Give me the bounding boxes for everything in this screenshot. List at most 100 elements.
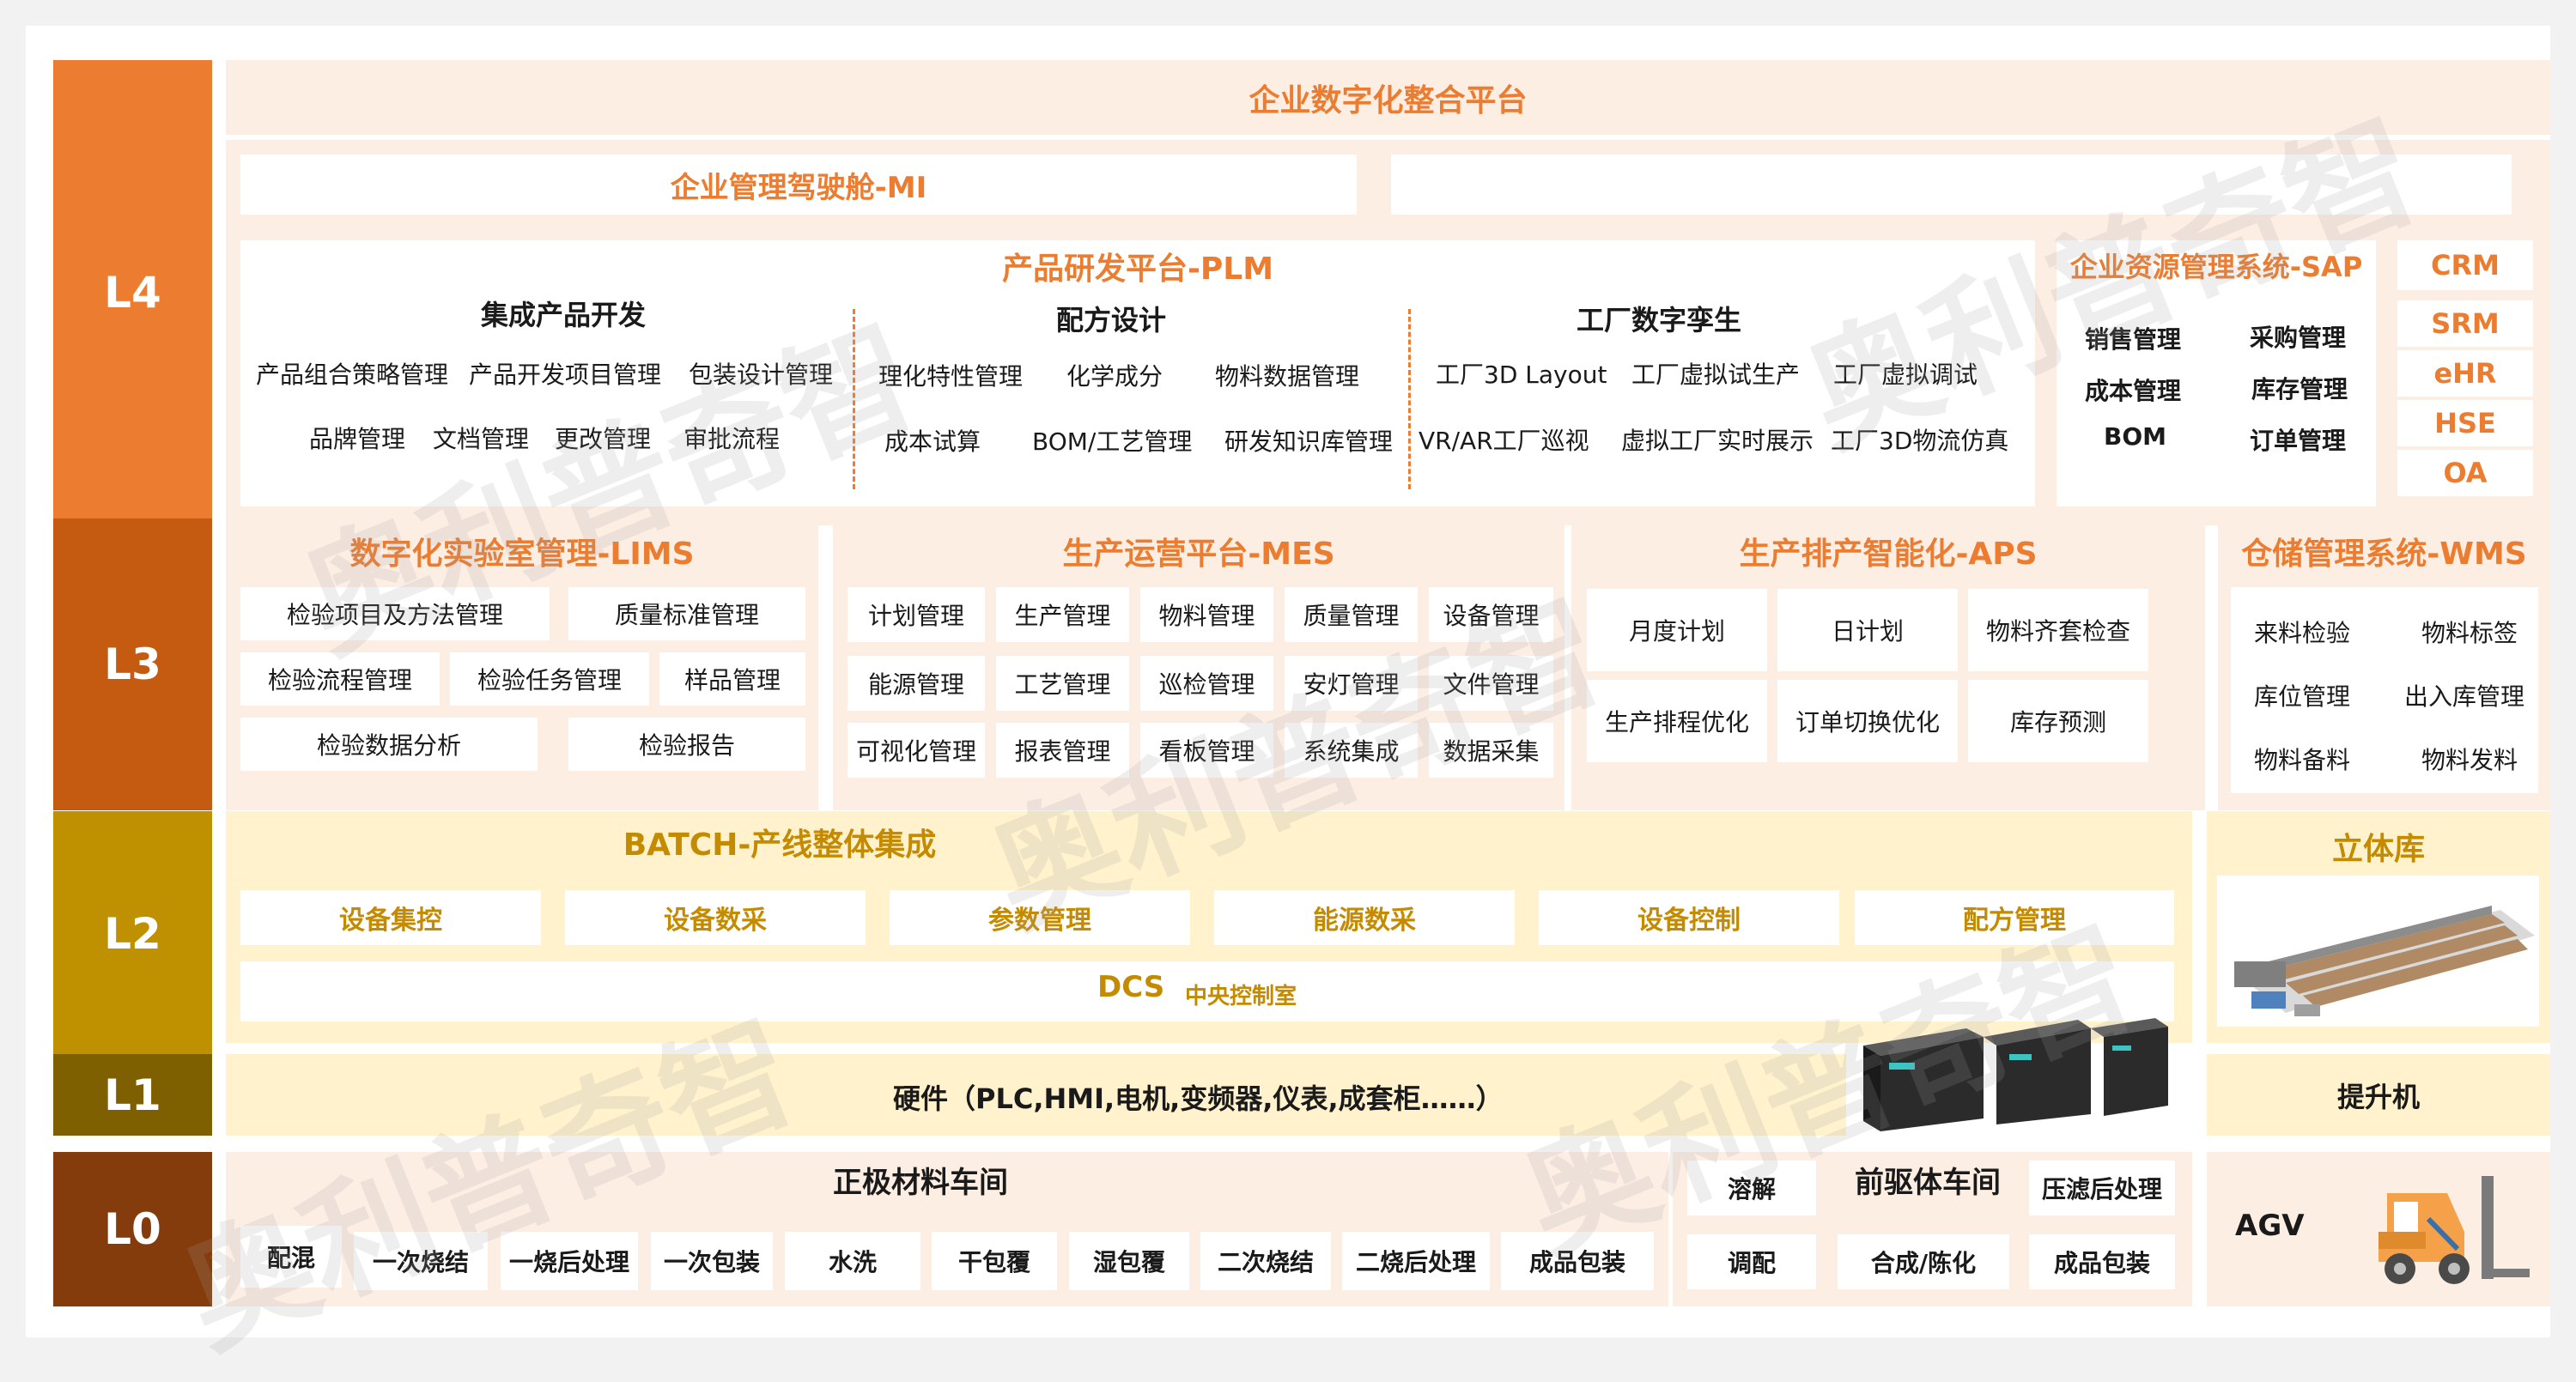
wms-item: 出入库管理 [2404,682,2525,711]
aps-item-text: 物料齐套检查 [1985,617,2130,646]
l2-item-equipment-control: 设备集控 [240,890,541,945]
mes-item-text: 工艺管理 [1014,670,1111,699]
sap-title: 企业资源管理系统-SAP [2069,251,2363,283]
l2-item-device-control: 设备控制 [1539,890,1839,945]
lims-item-text: 检验项目及方法管理 [286,601,503,629]
level-l2-label: L2 [53,811,212,1056]
plc-rack-icon [1855,1011,2181,1136]
hoist-box: 提升机 [2207,1054,2550,1136]
aps-title: 生产排产智能化-APS [1739,536,2038,572]
enterprise-platform-banner: 企业数字化整合平台 [226,60,2550,135]
mes-item-text: 能源管理 [867,670,964,699]
mes-item-text: 可视化管理 [855,737,976,766]
plm-divider-2 [1408,309,1411,489]
aps-item: 订单切换优化 [1777,680,1958,762]
side-system-oa: OA [2397,450,2533,496]
aps-item-text: 订单切换优化 [1795,708,1940,736]
ipd-item: 审批流程 [683,425,781,453]
lims-item-text: 质量标准管理 [614,601,759,629]
wms-item: 库位管理 [2254,682,2351,711]
lims-item-text: 检验流程管理 [267,666,412,694]
ipd-item: 品牌管理 [309,425,406,453]
cathode-process-text: 干包覆 [957,1248,1030,1276]
batch-title: BATCH-产线整体集成 [623,827,937,863]
mi-empty-box [1391,155,2512,215]
side-system-srm: SRM [2397,300,2533,347]
mes-item: 能源管理 [848,656,985,711]
cathode-process-item: 一烧后处理 [501,1232,638,1290]
lims-item: 检验流程管理 [240,652,440,706]
lims-item: 检验项目及方法管理 [240,587,550,640]
twin-item: 工厂虚拟调试 [1833,361,1978,389]
level-l3-label: L3 [53,518,212,810]
mes-item: 物料管理 [1140,587,1273,642]
mes-item-text: 生产管理 [1014,602,1111,630]
wms-title: 仓储管理系统-WMS [2241,536,2527,572]
digital-twin-title: 工厂数字孪生 [1577,304,1742,336]
twin-item: 虚拟工厂实时展示 [1621,427,1814,455]
level-l1-label: L1 [53,1054,212,1136]
cathode-process-text: 配混 [266,1244,315,1272]
precursor-item-text: 溶解 [1727,1175,1776,1203]
mes-item-text: 看板管理 [1158,737,1255,766]
l2-item-text: 配方管理 [1963,906,2066,936]
lims-title: 数字化实验室管理-LIMS [349,536,695,572]
formula-item: 物料数据管理 [1215,362,1360,391]
aps-item-text: 日计划 [1831,617,1904,646]
sap-item: BOM [2104,422,2167,451]
level-l1-text: L1 [104,1070,161,1120]
mes-item: 可视化管理 [848,723,985,778]
cathode-process-text: 一次包装 [663,1248,760,1276]
side-system-ehr: eHR [2397,350,2533,397]
plm-divider-1 [853,309,855,489]
lims-item-text: 检验任务管理 [477,666,622,694]
formula-design-title: 配方设计 [1056,304,1167,336]
formula-item: 成本试算 [884,427,981,456]
cathode-process-item: 一次烧结 [354,1232,488,1290]
mes-item: 巡检管理 [1140,656,1273,711]
dcs-sublabel: 中央控制室 [1185,984,1297,1009]
aps-item-text: 生产排程优化 [1604,708,1749,736]
wms-item: 物料发料 [2421,746,2518,774]
sap-item: 销售管理 [2085,325,2182,354]
precursor-workshop-title: 前驱体车间 [1855,1166,2001,1200]
precursor-item-text: 成品包装 [2053,1249,2150,1277]
cathode-process-item: 一次包装 [651,1232,773,1290]
mi-cockpit-title: 企业管理驾驶舱-MI [670,170,927,205]
l2-item-text: 设备集控 [339,906,442,936]
mes-item-text: 文件管理 [1443,670,1540,699]
mes-item-text: 设备管理 [1443,602,1540,630]
l2-item-energy-acquisition: 能源数采 [1214,890,1515,945]
cathode-process-text: 一次烧结 [372,1248,469,1276]
ipd-item: 产品组合策略管理 [256,361,449,389]
mes-item: 设备管理 [1429,587,1553,642]
ipd-item: 包装设计管理 [689,361,834,389]
cathode-process-text: 水洗 [828,1248,877,1276]
l2-item-text: 能源数采 [1313,906,1416,936]
sap-item: 订单管理 [2250,427,2347,455]
formula-item: BOM/工艺管理 [1032,427,1193,456]
ipd-item: 更改管理 [555,425,652,453]
mes-item: 质量管理 [1285,587,1418,642]
wms-item: 物料标签 [2421,619,2518,647]
cathode-process-text: 一烧后处理 [508,1248,629,1276]
side-system-hse: HSE [2397,400,2533,446]
mes-item: 安灯管理 [1285,656,1418,711]
cathode-process-item: 二次烧结 [1200,1232,1331,1290]
lims-item: 检验数据分析 [240,718,538,771]
enterprise-platform-title: 企业数字化整合平台 [1249,82,1528,118]
precursor-item: 成品包装 [2029,1234,2175,1289]
twin-item: 工厂3D Layout [1436,361,1607,389]
lims-item: 检验报告 [568,718,805,771]
mes-item-text: 质量管理 [1303,602,1400,630]
mes-item: 数据采集 [1429,723,1553,778]
aps-item-text: 月度计划 [1628,617,1725,646]
lims-item-text: 检验报告 [638,731,735,760]
l2-item-equipment-acquisition: 设备数采 [565,890,866,945]
level-l3-text: L3 [104,639,161,689]
mes-item: 工艺管理 [996,656,1129,711]
side-system-crm: CRM [2397,240,2533,290]
plm-title: 产品研发平台-PLM [1001,252,1274,287]
level-l4-label: L4 [53,60,212,525]
formula-item: 理化特性管理 [878,362,1024,391]
